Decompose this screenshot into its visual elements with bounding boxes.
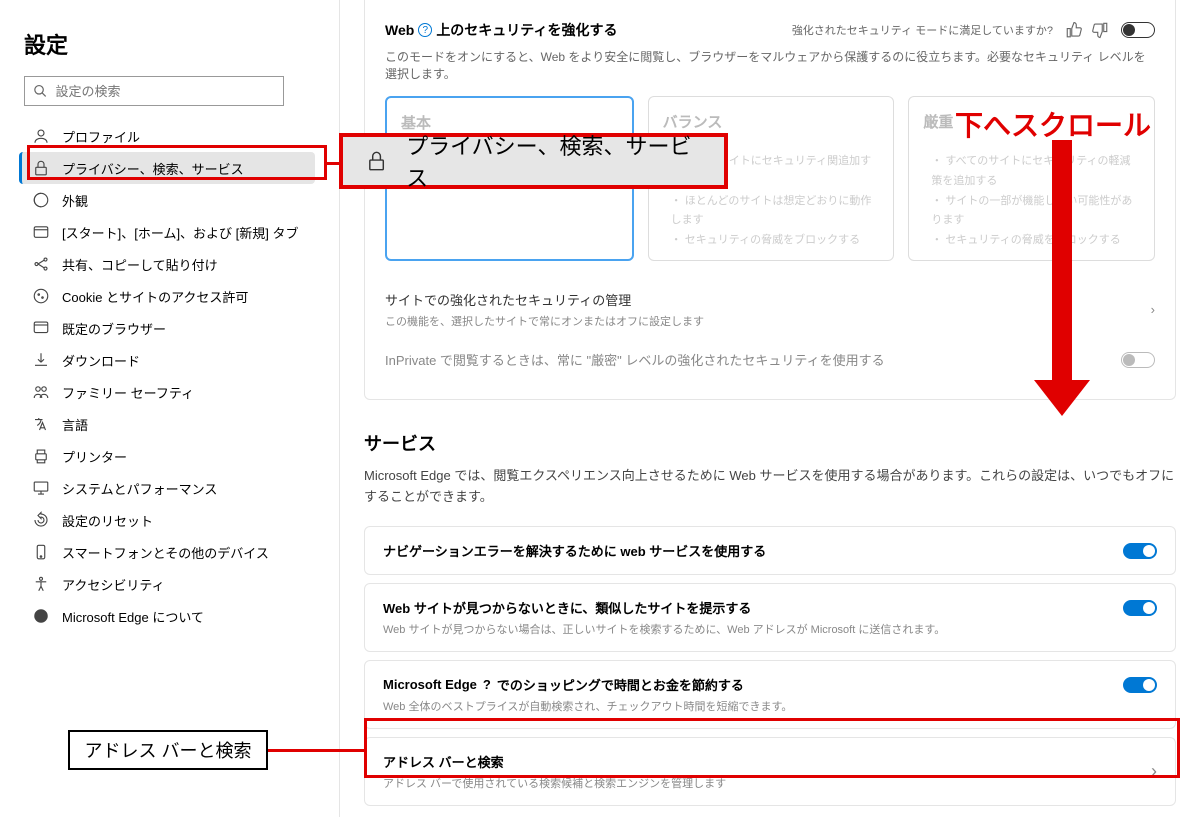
annotation-label-addressbar: アドレス バーと検索	[68, 730, 268, 770]
annotation-connector-1	[327, 162, 339, 165]
service-item-0: ナビゲーションエラーを解決するために web サービスを使用する	[364, 526, 1176, 575]
sidebar-item-label: Microsoft Edge について	[62, 607, 204, 626]
thumbs-down-icon[interactable]	[1091, 21, 1109, 39]
tabs-icon	[32, 223, 50, 241]
services-description: Microsoft Edge では、閲覧エクスペリエンス向上させるために Web…	[364, 466, 1176, 508]
sidebar-item-printer[interactable]: プリンター	[22, 440, 315, 472]
info-icon[interactable]: ?	[418, 23, 432, 37]
manage-title: サイトでの強化されたセキュリティの管理	[385, 290, 704, 309]
service-title: ナビゲーションエラーを解決するために web サービスを使用する	[383, 541, 1115, 560]
sidebar-item-cookie[interactable]: Cookie とサイトのアクセス許可	[22, 280, 315, 312]
inprivate-toggle[interactable]	[1121, 352, 1155, 368]
sidebar-item-system[interactable]: システムとパフォーマンス	[22, 472, 315, 504]
sidebar-item-label: 共有、コピーして貼り付け	[62, 255, 218, 274]
sidebar-item-label: ファミリー セーフティ	[62, 383, 194, 402]
sidebar-item-label: 既定のブラウザー	[62, 319, 166, 338]
sidebar-item-label: ダウンロード	[62, 351, 140, 370]
system-icon	[32, 479, 50, 497]
card-bullet: ほとんどのサイトは想定どおりに動作します	[671, 192, 880, 232]
web-title-suffix: 上のセキュリティを強化する	[436, 20, 617, 40]
inprivate-row: InPrivate で閲覧するときは、常に "厳密" レベルの強化されたセキュリ…	[385, 339, 1155, 379]
web-title-prefix: Web	[385, 22, 414, 38]
sidebar-item-share[interactable]: 共有、コピーして貼り付け	[22, 248, 315, 280]
lock-icon	[365, 149, 388, 173]
service-title: Web サイトが見つからないときに、類似したサイトを提示する	[383, 598, 1115, 617]
card-bullet: サイトの一部が機能しない可能性があります	[931, 192, 1140, 232]
reset-icon	[32, 511, 50, 529]
sidebar-item-browser[interactable]: 既定のブラウザー	[22, 312, 315, 344]
annotation-scroll-text: 下へスクロール	[955, 104, 1151, 144]
inprivate-text: InPrivate で閲覧するときは、常に "厳密" レベルの強化されたセキュリ…	[385, 350, 885, 369]
info-icon[interactable]: ?	[483, 677, 491, 692]
nav-list: プロファイルプライバシー、検索、サービス外観[スタート]、[ホーム]、および […	[24, 120, 315, 632]
sidebar-item-label: 設定のリセット	[62, 511, 153, 530]
search-box[interactable]	[24, 76, 284, 106]
appearance-icon	[32, 191, 50, 209]
sidebar-item-edge[interactable]: Microsoft Edge について	[22, 600, 315, 632]
sidebar-item-label: 言語	[62, 415, 88, 434]
printer-icon	[32, 447, 50, 465]
card-bullet: セキュリティの脅威をブロックする	[671, 231, 880, 251]
sidebar-item-label: プロファイル	[62, 127, 140, 146]
sidebar: 設定 プロファイルプライバシー、検索、サービス外観[スタート]、[ホーム]、およ…	[0, 0, 340, 817]
settings-title: 設定	[24, 28, 315, 60]
manage-security-row[interactable]: サイトでの強化されたセキュリティの管理 この機能を、選択したサイトで常にオンまた…	[385, 279, 1155, 339]
sidebar-item-tabs[interactable]: [スタート]、[ホーム]、および [新規] タブ	[22, 216, 315, 248]
security-master-toggle[interactable]	[1121, 22, 1155, 38]
chevron-right-icon: ›	[1151, 302, 1155, 317]
browser-icon	[32, 319, 50, 337]
phone-icon	[32, 543, 50, 561]
annotation-connector-2	[268, 749, 364, 752]
service-sub: Web 全体のベストプライスが自動検索され、チェックアウト時間を短縮できます。	[383, 698, 1115, 714]
sidebar-item-label: 外観	[62, 191, 88, 210]
search-icon	[33, 83, 48, 99]
accessibility-icon	[32, 575, 50, 593]
sidebar-item-download[interactable]: ダウンロード	[22, 344, 315, 376]
sidebar-item-phone[interactable]: スマートフォンとその他のデバイス	[22, 536, 315, 568]
search-input[interactable]	[56, 84, 275, 99]
download-icon	[32, 351, 50, 369]
thumbs-up-icon[interactable]	[1065, 21, 1083, 39]
annotation-highlight-sidebar	[27, 145, 327, 180]
service-title: Microsoft Edge ? でのショッピングで時間とお金を節約する	[383, 675, 1115, 694]
service-toggle[interactable]	[1123, 677, 1157, 693]
card-bullet: すべてのサイトにセキュリティの軽減策を追加する	[931, 152, 1140, 192]
sidebar-item-reset[interactable]: 設定のリセット	[22, 504, 315, 536]
sidebar-item-accessibility[interactable]: アクセシビリティ	[22, 568, 315, 600]
feedback-text: 強化されたセキュリティ モードに満足していますか?	[792, 22, 1053, 38]
sidebar-item-lang[interactable]: 言語	[22, 408, 315, 440]
service-toggle[interactable]	[1123, 543, 1157, 559]
cookie-icon	[32, 287, 50, 305]
card-bullet: セキュリティの脅威をブロックする	[931, 231, 1140, 251]
sidebar-item-label: スマートフォンとその他のデバイス	[62, 543, 269, 562]
sidebar-item-label: [スタート]、[ホーム]、および [新規] タブ	[62, 223, 299, 242]
share-icon	[32, 255, 50, 273]
sidebar-item-appearance[interactable]: 外観	[22, 184, 315, 216]
family-icon	[32, 383, 50, 401]
profile-icon	[32, 127, 50, 145]
sidebar-item-label: プリンター	[62, 447, 127, 466]
service-toggle[interactable]	[1123, 600, 1157, 616]
sidebar-item-label: システムとパフォーマンス	[62, 479, 217, 498]
service-item-1: Web サイトが見つからないときに、類似したサイトを提示する Web サイトが見つ…	[364, 583, 1176, 652]
sidebar-item-label: Cookie とサイトのアクセス許可	[62, 287, 248, 306]
service-sub: Web サイトが見つからない場合は、正しいサイトを検索するために、Web アドレ…	[383, 621, 1115, 637]
services-heading: サービス	[364, 430, 1176, 456]
sidebar-item-label: アクセシビリティ	[62, 575, 165, 594]
annotation-arrow-down	[1042, 140, 1082, 415]
sidebar-item-family[interactable]: ファミリー セーフティ	[22, 376, 315, 408]
annotation-highlight-addressbar	[364, 718, 1180, 778]
annotation-callout-privacy: プライバシー、検索、サービス	[339, 133, 728, 189]
web-description: このモードをオンにすると、Web をより安全に閲覧し、ブラウザーをマルウェアから…	[385, 48, 1155, 82]
lang-icon	[32, 415, 50, 433]
edge-icon	[32, 607, 50, 625]
manage-desc: この機能を、選択したサイトで常にオンまたはオフに設定します	[385, 313, 704, 329]
